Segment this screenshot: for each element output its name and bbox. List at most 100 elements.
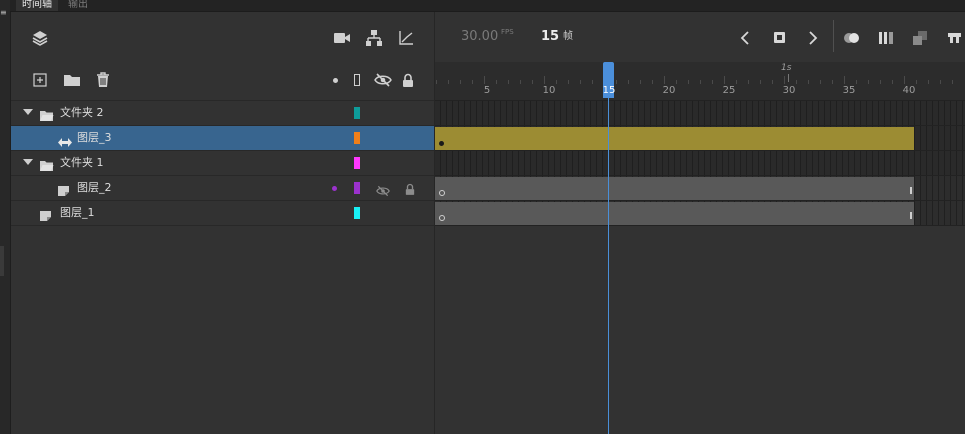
insert-keyframe-icon[interactable] (943, 28, 965, 48)
timeline-controls-header: 30.00 FPS 15 帧 (435, 12, 965, 62)
ruler-tick (724, 76, 725, 84)
ruler-tick (520, 80, 521, 84)
expand-chevron-icon[interactable] (23, 159, 33, 165)
stop-icon[interactable] (769, 28, 791, 48)
ruler-tick (736, 80, 737, 84)
span-end-marker (910, 187, 912, 194)
panel-edge-marker (0, 246, 4, 276)
ruler-tick (664, 76, 665, 84)
ruler-tick (712, 80, 713, 84)
layers-stack-icon[interactable] (29, 27, 51, 49)
ruler-tick (532, 80, 533, 84)
delete-trash-icon[interactable] (94, 71, 112, 89)
layer-row-layer-1[interactable]: 图层_1 (11, 201, 434, 226)
toolbar-separator (833, 20, 834, 52)
graph-ease-icon[interactable] (396, 28, 416, 48)
frame-ruler[interactable]: 1s 5 10 15 20 25 30 35 40 (435, 62, 965, 101)
ruler-tick (844, 76, 845, 84)
fps-value[interactable]: 30.00 (461, 29, 498, 44)
outline-toggle-icon[interactable] (351, 72, 363, 88)
tab-timeline[interactable]: 时间轴 (16, 0, 58, 11)
ruler-tick (784, 76, 785, 84)
expand-chevron-icon[interactable] (23, 109, 33, 115)
ruler-tick (700, 80, 701, 84)
tab-output[interactable]: 输出 (62, 0, 94, 11)
ruler-tick (592, 80, 593, 84)
layer-name: 图层_3 (77, 131, 112, 144)
ruler-tick (496, 80, 497, 84)
edit-multiple-frames-icon[interactable] (875, 28, 897, 48)
ruler-tick (460, 80, 461, 84)
ruler-tick (628, 80, 629, 84)
ruler-tick (868, 80, 869, 84)
ruler-tick (832, 80, 833, 84)
frame-blend-icon[interactable] (909, 28, 931, 48)
static-frame-span[interactable] (435, 177, 914, 200)
frame-unit-label: 帧 (563, 31, 573, 42)
layer-row-layer-3[interactable]: 图层_3 (11, 126, 434, 151)
empty-keyframe-dot[interactable] (439, 190, 445, 196)
camera-icon[interactable] (332, 30, 352, 46)
ruler-tick (688, 80, 689, 84)
onion-skin-icon[interactable] (841, 28, 863, 48)
layer-row-folder-2[interactable]: 文件夹 2 (11, 101, 434, 126)
playhead-line[interactable] (608, 62, 609, 434)
lock-icon[interactable] (405, 181, 415, 195)
folder-open-icon (39, 107, 54, 121)
visibility-eye-icon[interactable] (373, 72, 393, 88)
layer-panel-header (11, 12, 434, 101)
frame-row-folder-1[interactable] (435, 151, 965, 176)
motion-tween-span[interactable] (435, 127, 914, 150)
layer-parenting-icon[interactable] (364, 28, 384, 48)
playhead-frame-label: 15 (602, 85, 616, 96)
current-frame-value[interactable]: 15 (541, 29, 559, 44)
keyframe-dot[interactable] (439, 141, 444, 146)
static-frame-span[interactable] (435, 202, 914, 225)
ruler-tick (640, 80, 641, 84)
new-layer-icon[interactable] (32, 72, 48, 88)
ruler-tick (472, 80, 473, 84)
hidden-eye-icon[interactable] (376, 182, 390, 197)
timeline-empty-area (435, 226, 965, 434)
layer-active-dot[interactable] (332, 186, 337, 191)
ruler-tick (820, 80, 821, 84)
ruler-tick (544, 76, 545, 84)
layer-row-layer-2[interactable]: 图层_2 (11, 176, 434, 201)
ruler-tick (448, 80, 449, 84)
ruler-label: 30 (782, 85, 796, 96)
show-all-dot-icon[interactable] (331, 76, 339, 84)
layer-page-icon (57, 182, 71, 196)
ruler-tick (940, 80, 941, 84)
ruler-label: 5 (483, 85, 491, 96)
lock-icon[interactable] (401, 71, 415, 89)
empty-keyframe-dot[interactable] (439, 215, 445, 221)
ruler-label: 25 (722, 85, 736, 96)
previous-frame-icon[interactable] (735, 28, 755, 48)
ruler-tick (880, 80, 881, 84)
folder-open-icon (39, 157, 54, 171)
left-toolbar-strip: ≡ (0, 0, 11, 434)
ruler-tick (436, 80, 437, 84)
ruler-tick (904, 76, 905, 84)
frame-row-layer-3[interactable] (435, 126, 965, 151)
frame-row-folder-2[interactable] (435, 101, 965, 126)
ruler-label: 20 (662, 85, 676, 96)
ruler-tick (556, 80, 557, 84)
panel-menu-icon[interactable]: ≡ (0, 8, 8, 18)
ruler-tick (856, 80, 857, 84)
layer-color-swatch[interactable] (354, 207, 360, 219)
layer-color-swatch[interactable] (354, 107, 360, 119)
ruler-tick (580, 80, 581, 84)
new-folder-icon[interactable] (62, 72, 82, 88)
frame-row-layer-1[interactable] (435, 201, 965, 226)
layer-name: 文件夹 2 (60, 106, 104, 119)
layer-color-swatch[interactable] (354, 157, 360, 169)
next-frame-icon[interactable] (803, 28, 823, 48)
layer-color-swatch[interactable] (354, 182, 360, 194)
frame-row-layer-2[interactable] (435, 176, 965, 201)
layer-color-swatch[interactable] (354, 132, 360, 144)
ruler-tick (928, 80, 929, 84)
second-tick (788, 74, 789, 82)
layer-row-folder-1[interactable]: 文件夹 1 (11, 151, 434, 176)
ruler-second-marker: 1s (781, 63, 792, 73)
